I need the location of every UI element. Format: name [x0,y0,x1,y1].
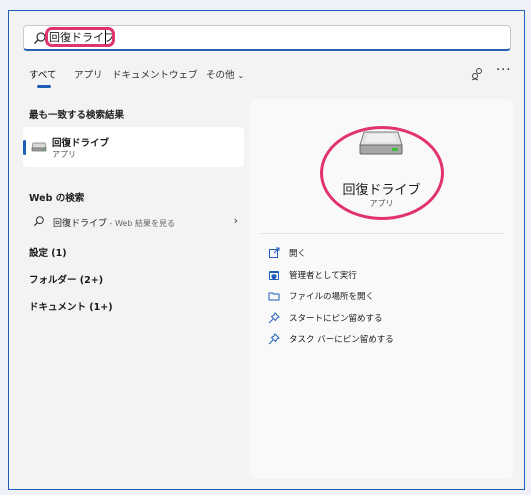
folder-icon [268,292,280,301]
action-label: 管理者として実行 [289,271,357,281]
action-open-file-location[interactable]: ファイルの場所を開く [268,288,498,306]
web-search-result[interactable]: 回復ドライブ - Web 結果を見る › [23,210,244,234]
action-label: タスク バーにピン留めする [289,335,394,345]
preview-pane: 回復ドライブ アプリ 開く 管理者として実行 ファイルの場所を開く スタートにピ… [250,99,513,479]
action-open[interactable]: 開く [268,245,498,263]
search-input[interactable]: 回復ドライブ [23,25,511,51]
category-documents[interactable]: ドキュメント (1+) [29,299,113,313]
tab-more-label: その他 [206,70,235,81]
pin-icon [268,312,280,324]
pin-icon [268,333,280,345]
action-label: 開く [289,249,307,259]
best-match-name: 回復ドライブ [52,138,110,149]
web-result-query: 回復ドライブ [53,219,108,229]
account-switch-icon[interactable] [470,67,484,81]
action-pin-to-start[interactable]: スタートにピン留めする [268,310,498,328]
selection-indicator [23,140,26,155]
tab-web[interactable]: ウェブ [169,67,198,81]
tab-documents[interactable]: ドキュメント [112,67,169,81]
search-highlight-annotation [45,27,115,47]
chevron-right-icon: › [233,214,238,227]
best-match-item[interactable]: 回復ドライブ アプリ [23,127,244,167]
web-result-hint: - Web 結果を見る [107,219,175,228]
best-match-type: アプリ [52,150,76,159]
best-match-heading: 最も一致する検索結果 [29,110,125,121]
drive-icon [31,142,47,152]
tab-apps[interactable]: アプリ [74,67,103,81]
web-result-label: 回復ドライブ - Web 結果を見る [53,216,175,229]
category-settings[interactable]: 設定 (1) [29,245,67,259]
search-icon [33,216,44,227]
shield-icon [269,271,279,280]
tab-more[interactable]: その他 ⌄ [206,67,244,81]
action-label: スタートにピン留めする [289,314,383,324]
open-icon [269,247,280,258]
action-label: ファイルの場所を開く [289,292,375,302]
action-run-as-admin[interactable]: 管理者として実行 [268,267,498,285]
web-search-heading: Web の検索 [29,193,85,204]
chevron-down-icon: ⌄ [237,71,245,80]
app-highlight-annotation [320,126,444,220]
divider [260,233,503,234]
more-options-icon[interactable]: ··· [496,63,511,78]
action-pin-to-taskbar[interactable]: タスク バーにピン留めする [268,331,498,349]
search-window: 回復ドライブ すべて アプリ ドキュメント ウェブ その他 ⌄ ··· 最も一致す… [8,10,525,490]
active-tab-indicator [37,85,51,88]
tab-all[interactable]: すべて [29,67,56,81]
category-folders[interactable]: フォルダー (2+) [29,272,103,286]
